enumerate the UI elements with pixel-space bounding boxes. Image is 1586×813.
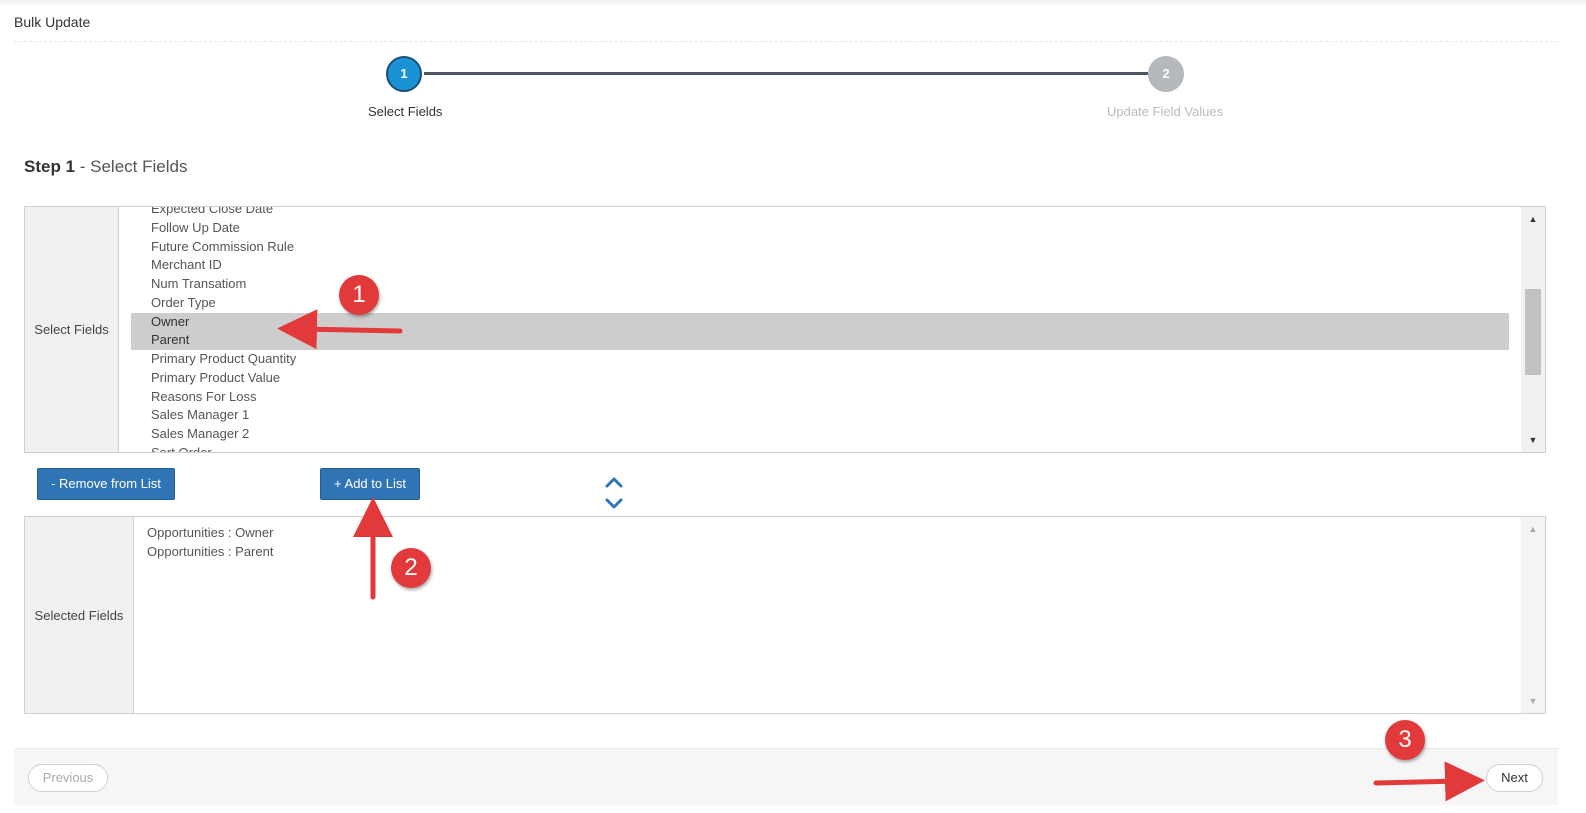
select-fields-scrollbar[interactable]: ▲ ▼ <box>1521 207 1545 452</box>
field-option[interactable]: Order Type <box>131 294 1509 313</box>
field-option[interactable]: Primary Product Value <box>131 369 1509 388</box>
chevron-up-icon[interactable] <box>604 473 624 491</box>
select-fields-listbox[interactable]: Expected Close Date Follow Up Date Future … <box>131 207 1509 452</box>
next-button[interactable]: Next <box>1486 764 1543 792</box>
field-option[interactable]: Primary Product Quantity <box>131 350 1509 369</box>
chevron-down-icon[interactable] <box>604 495 624 513</box>
field-option[interactable]: Reasons For Loss <box>131 388 1509 407</box>
field-option[interactable]: Merchant ID <box>131 256 1509 275</box>
remove-from-list-button[interactable]: - Remove from List <box>37 468 175 500</box>
selected-field-item[interactable]: Opportunities : Parent <box>135 542 1519 561</box>
page-title: Bulk Update <box>14 14 91 30</box>
field-option[interactable]: Future Commission Rule <box>131 238 1509 257</box>
wizard-step-1-label: Select Fields <box>368 104 443 119</box>
selected-fields-label: Selected Fields <box>25 517 134 713</box>
wizard-progress-line <box>424 72 1148 75</box>
field-option[interactable]: Expected Close Date <box>131 207 1509 219</box>
scroll-up-arrow-icon[interactable]: ▲ <box>1521 211 1545 227</box>
bulk-update-page: Bulk Update 1 2 Select Fields Update Fie… <box>0 0 1586 813</box>
scroll-down-arrow-icon[interactable]: ▼ <box>1521 432 1545 448</box>
selected-field-item[interactable]: Opportunities : Owner <box>135 523 1519 542</box>
selected-fields-panel: Selected Fields Opportunities : Owner Opp… <box>24 516 1546 714</box>
order-controls <box>604 473 624 513</box>
annotation-badge-1: 1 <box>339 275 379 315</box>
previous-button[interactable]: Previous <box>28 764 108 792</box>
field-option[interactable]: Follow Up Date <box>131 219 1509 238</box>
top-shadow <box>0 0 1586 6</box>
annotation-badge-3: 3 <box>1385 720 1425 760</box>
selected-fields-scrollbar[interactable]: ▲ ▼ <box>1521 517 1545 713</box>
wizard-step-2-circle[interactable]: 2 <box>1148 56 1184 92</box>
field-option[interactable]: Num Transatiom <box>131 275 1509 294</box>
selected-fields-list: Opportunities : Owner Opportunities : Par… <box>135 523 1519 561</box>
field-option[interactable]: Sales Manager 2 <box>131 425 1509 444</box>
section-title: Step 1 - Select Fields <box>24 157 187 177</box>
select-fields-panel: Select Fields Expected Close Date Follow … <box>24 206 1546 453</box>
wizard-step-2-label: Update Field Values <box>1107 104 1224 119</box>
select-fields-label: Select Fields <box>25 207 119 452</box>
field-option[interactable]: Parent <box>131 331 1509 350</box>
annotation-badge-2: 2 <box>391 548 431 588</box>
selected-fields-listbox[interactable]: Opportunities : Owner Opportunities : Par… <box>135 517 1519 713</box>
wizard-step-1-circle[interactable]: 1 <box>386 56 422 92</box>
section-step-title: - Select Fields <box>75 157 188 176</box>
scrollbar-thumb[interactable] <box>1525 289 1541 375</box>
scroll-up-arrow-icon[interactable]: ▲ <box>1521 521 1545 537</box>
field-option[interactable]: Sales Manager 1 <box>131 406 1509 425</box>
field-option[interactable]: Sort Order <box>131 444 1509 452</box>
section-step-prefix: Step 1 <box>24 157 76 176</box>
available-fields-list: Expected Close Date Follow Up Date Future … <box>131 207 1509 452</box>
scroll-down-arrow-icon[interactable]: ▼ <box>1521 693 1545 709</box>
title-divider <box>14 41 1558 42</box>
wizard-footer: Previous Next <box>14 748 1558 805</box>
field-option[interactable]: Owner <box>131 312 1509 332</box>
add-to-list-button[interactable]: + Add to List <box>320 468 420 500</box>
